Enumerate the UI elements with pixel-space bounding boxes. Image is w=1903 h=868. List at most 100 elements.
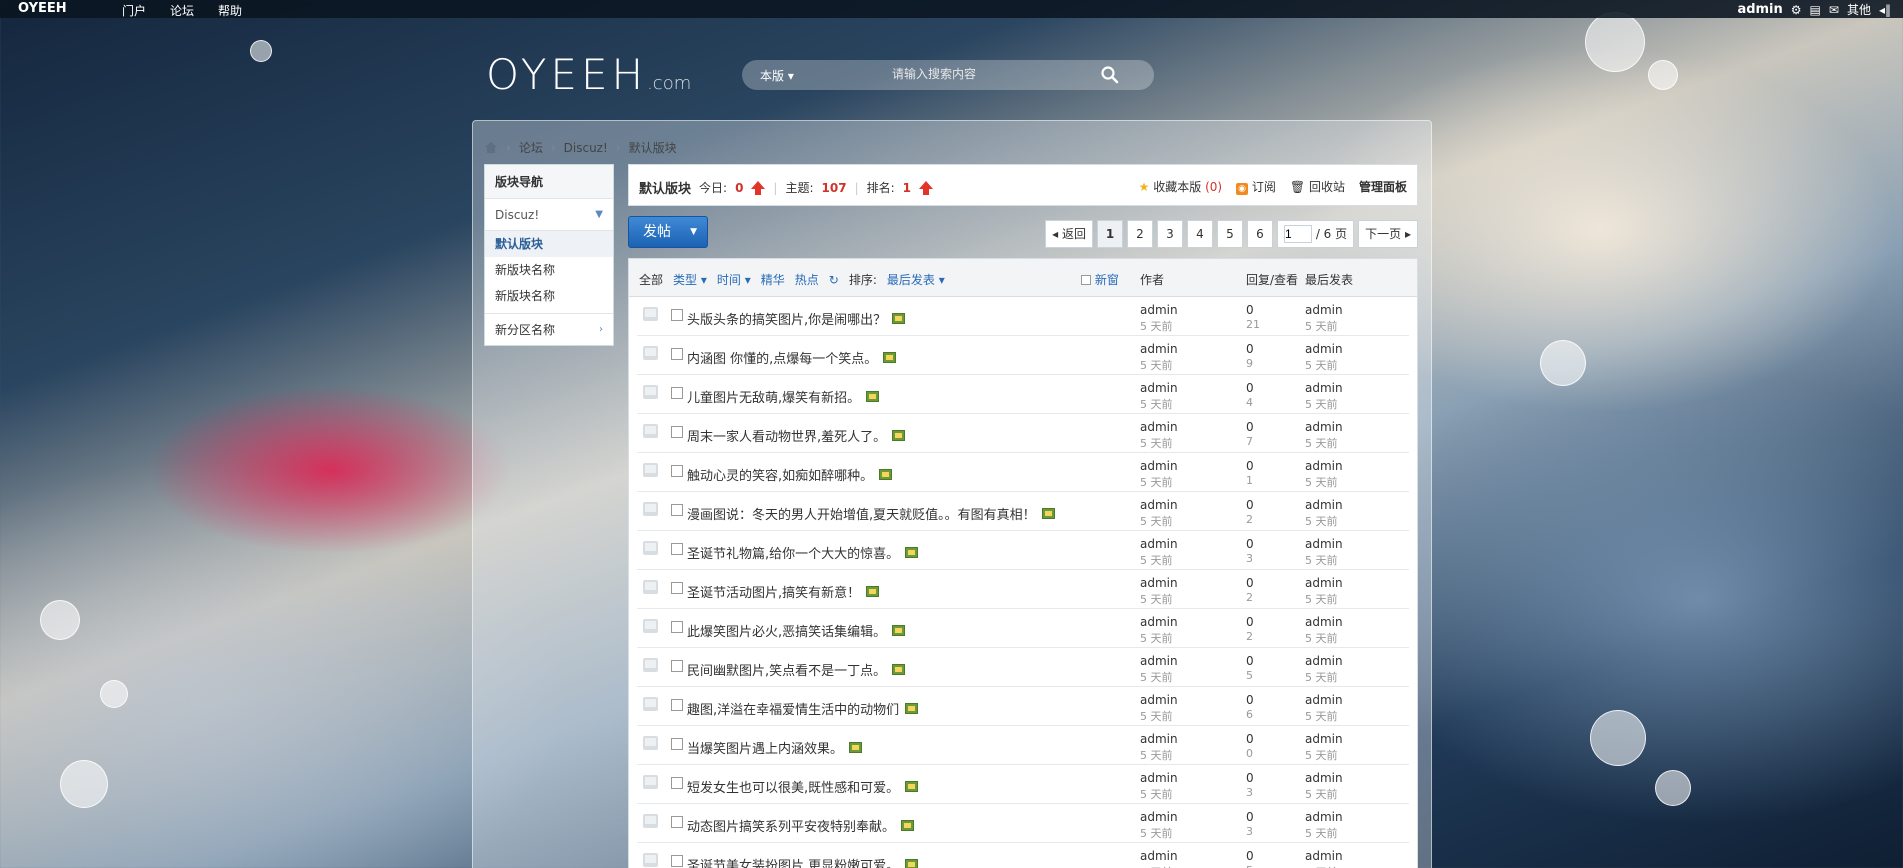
thread-title-link[interactable]: 周末一家人看动物世界,羞死人了。: [687, 426, 906, 445]
sidebar-group-discuz[interactable]: Discuz! ▼: [485, 199, 613, 231]
table-row[interactable]: 趣图,洋溢在幸福爱情生活中的动物们 admin 5 天前 0 6 admin 5…: [637, 687, 1409, 726]
thread-last-post[interactable]: admin 5 天前: [1305, 654, 1343, 685]
subscribe-button[interactable]: ◉ 订阅: [1236, 178, 1276, 195]
thread-title-link[interactable]: 儿童图片无敌萌,爆笑有新招。: [687, 387, 880, 406]
thread-checkbox[interactable]: [671, 348, 683, 360]
thread-author[interactable]: admin 5 天前: [1140, 420, 1178, 451]
thread-last-post[interactable]: admin 5 天前: [1305, 849, 1343, 868]
table-row[interactable]: 头版头条的搞笑图片,你是闹哪出？ admin 5 天前 0 21 admin 5…: [637, 297, 1409, 336]
thread-last-post[interactable]: admin 5 天前: [1305, 459, 1343, 490]
admin-panel-link[interactable]: 管理面板: [1359, 178, 1407, 195]
site-logo[interactable]: OYEEH.com: [486, 50, 691, 99]
favorite-forum-button[interactable]: ★ 收藏本版 (0): [1139, 178, 1222, 195]
thread-author[interactable]: admin 5 天前: [1140, 303, 1178, 334]
thread-title-link[interactable]: 圣诞节礼物篇,给你一个大大的惊喜。: [687, 543, 919, 562]
thread-last-post[interactable]: admin 5 天前: [1305, 810, 1343, 841]
thread-title-link[interactable]: 漫画图说：冬天的男人开始增值,夏天就贬值。。有图有真相！: [687, 504, 1055, 523]
page-1[interactable]: 1: [1097, 220, 1123, 248]
thread-title-link[interactable]: 圣诞节活动图片,搞笑有新意！: [687, 582, 880, 601]
next-page-button[interactable]: 下一页 ▸: [1358, 220, 1418, 248]
thread-last-post[interactable]: admin 5 天前: [1305, 693, 1343, 724]
thread-title-link[interactable]: 头版头条的搞笑图片,你是闹哪出？: [687, 309, 906, 328]
table-row[interactable]: 周末一家人看动物世界,羞死人了。 admin 5 天前 0 7 admin 5 …: [637, 414, 1409, 453]
thread-last-post[interactable]: admin 5 天前: [1305, 381, 1343, 412]
page-3[interactable]: 3: [1157, 220, 1183, 248]
sidebar-item-new-1[interactable]: 新版块名称: [485, 257, 613, 283]
page-4[interactable]: 4: [1187, 220, 1213, 248]
thread-last-post[interactable]: admin 5 天前: [1305, 615, 1343, 646]
thread-author[interactable]: admin 5 天前: [1140, 576, 1178, 607]
thread-checkbox[interactable]: [671, 855, 683, 867]
table-row[interactable]: 圣诞节美女装扮图片,更显粉嫩可爱。 admin 5 天前 0 5 admin 5…: [637, 843, 1409, 868]
thread-checkbox[interactable]: [671, 465, 683, 477]
thread-author[interactable]: admin 5 天前: [1140, 381, 1178, 412]
thread-checkbox[interactable]: [671, 387, 683, 399]
sort-select[interactable]: 最后发表 ▾: [887, 271, 945, 288]
thread-checkbox[interactable]: [671, 504, 683, 516]
table-row[interactable]: 动态图片搞笑系列平安夜特别奉献。 admin 5 天前 0 3 admin 5 …: [637, 804, 1409, 843]
thread-title-link[interactable]: 此爆笑图片必火,恶搞笑话集编辑。: [687, 621, 906, 640]
breadcrumb-current[interactable]: 默认版块: [629, 139, 677, 156]
thread-last-post[interactable]: admin 5 天前: [1305, 498, 1343, 529]
message-icon[interactable]: ✉: [1829, 3, 1839, 17]
filter-hot[interactable]: 热点: [795, 271, 819, 288]
thread-last-post[interactable]: admin 5 天前: [1305, 732, 1343, 763]
search-input[interactable]: [892, 67, 1072, 81]
thread-author[interactable]: admin 5 天前: [1140, 771, 1178, 802]
thread-author[interactable]: admin 5 天前: [1140, 498, 1178, 529]
gear-icon[interactable]: ⚙: [1791, 3, 1802, 17]
thread-author[interactable]: admin 5 天前: [1140, 693, 1178, 724]
book-icon[interactable]: ▤: [1810, 3, 1821, 17]
thread-title-link[interactable]: 短发女生也可以很美,既性感和可爱。: [687, 777, 919, 796]
thread-last-post[interactable]: admin 5 天前: [1305, 303, 1343, 334]
thread-author[interactable]: admin 5 天前: [1140, 615, 1178, 646]
search-icon[interactable]: [1100, 65, 1120, 85]
breadcrumb-forum[interactable]: 论坛: [519, 139, 543, 156]
thread-title-link[interactable]: 动态图片搞笑系列平安夜特别奉献。: [687, 816, 915, 835]
site-brand[interactable]: OYEEH: [18, 1, 67, 16]
more-menu[interactable]: 其他: [1847, 1, 1871, 18]
table-row[interactable]: 短发女生也可以很美,既性感和可爱。 admin 5 天前 0 3 admin 5…: [637, 765, 1409, 804]
thread-checkbox[interactable]: [671, 816, 683, 828]
new-window-toggle[interactable]: 新窗: [1081, 271, 1119, 288]
refresh-icon[interactable]: ↻: [829, 273, 839, 287]
thread-checkbox[interactable]: [671, 699, 683, 711]
filter-digest[interactable]: 精华: [761, 271, 785, 288]
new-post-button[interactable]: 发帖 ▼: [628, 216, 708, 248]
home-icon[interactable]: [484, 141, 498, 154]
chevron-down-icon[interactable]: ▼: [690, 217, 697, 247]
filter-type[interactable]: 类型 ▾: [673, 271, 707, 288]
thread-author[interactable]: admin 5 天前: [1140, 654, 1178, 685]
thread-checkbox[interactable]: [671, 621, 683, 633]
table-row[interactable]: 民间幽默图片,笑点看不是一丁点。 admin 5 天前 0 5 admin 5 …: [637, 648, 1409, 687]
thread-last-post[interactable]: admin 5 天前: [1305, 420, 1343, 451]
sidebar-item-new-2[interactable]: 新版块名称: [485, 283, 613, 309]
thread-last-post[interactable]: admin 5 天前: [1305, 771, 1343, 802]
table-row[interactable]: 儿童图片无敌萌,爆笑有新招。 admin 5 天前 0 4 admin 5 天前: [637, 375, 1409, 414]
thread-checkbox[interactable]: [671, 543, 683, 555]
thread-checkbox[interactable]: [671, 660, 683, 672]
table-row[interactable]: 内涵图 你懂的,点爆每一个笑点。 admin 5 天前 0 9 admin 5 …: [637, 336, 1409, 375]
page-jump-input[interactable]: [1284, 225, 1312, 243]
nav-help[interactable]: 帮助: [218, 2, 242, 19]
breadcrumb-discuz[interactable]: Discuz!: [564, 141, 608, 155]
table-row[interactable]: 圣诞节礼物篇,给你一个大大的惊喜。 admin 5 天前 0 3 admin 5…: [637, 531, 1409, 570]
thread-title-link[interactable]: 内涵图 你懂的,点爆每一个笑点。: [687, 348, 897, 367]
search-scope-select[interactable]: 本版 ▾: [760, 67, 794, 84]
thread-title-link[interactable]: 触动心灵的笑容,如痴如醉哪种。: [687, 465, 893, 484]
sidebar-item-default[interactable]: 默认版块: [485, 231, 613, 257]
thread-title-link[interactable]: 圣诞节美女装扮图片,更显粉嫩可爱。: [687, 855, 919, 868]
thread-title-link[interactable]: 趣图,洋溢在幸福爱情生活中的动物们: [687, 699, 919, 718]
thread-checkbox[interactable]: [671, 582, 683, 594]
thread-author[interactable]: admin 5 天前: [1140, 732, 1178, 763]
table-row[interactable]: 漫画图说：冬天的男人开始增值,夏天就贬值。。有图有真相！ admin 5 天前 …: [637, 492, 1409, 531]
table-row[interactable]: 当爆笑图片遇上内涵效果。 admin 5 天前 0 0 admin 5 天前: [637, 726, 1409, 765]
table-row[interactable]: 圣诞节活动图片,搞笑有新意！ admin 5 天前 0 2 admin 5 天前: [637, 570, 1409, 609]
page-6[interactable]: 6: [1247, 220, 1273, 248]
checkbox[interactable]: [1081, 275, 1091, 285]
thread-last-post[interactable]: admin 5 天前: [1305, 576, 1343, 607]
table-row[interactable]: 触动心灵的笑容,如痴如醉哪种。 admin 5 天前 0 1 admin 5 天…: [637, 453, 1409, 492]
nav-forum[interactable]: 论坛: [170, 2, 194, 19]
thread-author[interactable]: admin 5 天前: [1140, 342, 1178, 373]
thread-checkbox[interactable]: [671, 777, 683, 789]
